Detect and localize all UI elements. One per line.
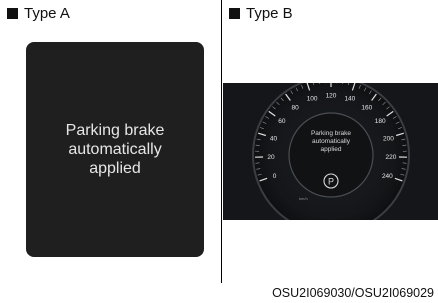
bullet-square-icon — [229, 8, 240, 19]
image-caption: OSU2I069030/OSU2I069029 — [272, 286, 434, 300]
speed-tick-label: 120 — [326, 93, 337, 100]
parking-symbol: P — [328, 177, 334, 187]
speed-tick-label: 80 — [292, 104, 300, 111]
bullet-square-icon — [7, 8, 18, 19]
speed-tick-label: 240 — [382, 173, 393, 180]
type-b-label: Type B — [246, 5, 293, 22]
speed-unit-label: km/h — [299, 196, 308, 201]
speed-tick-label: 100 — [307, 96, 318, 103]
type-b-message: Parking brake automatically applied — [310, 130, 352, 153]
type-a-heading: Type A — [7, 5, 70, 22]
type-a-message: Parking brake automatically applied — [65, 122, 165, 177]
speed-tick-label: 180 — [375, 118, 386, 125]
instrument-cluster: 0 20 40 60 80 100 120 140 160 180 200 220 240 P km/h… — [223, 83, 438, 220]
type-a-display: Parking brake automatically applied — [26, 42, 204, 257]
speed-tick-label: 20 — [267, 154, 275, 161]
speed-tick-label: 140 — [344, 96, 355, 103]
speed-tick-label: 160 — [361, 104, 372, 111]
speed-tick-label: 0 — [273, 173, 277, 180]
type-b-heading: Type B — [229, 5, 293, 22]
type-a-panel: Type A Parking brake automatically appli… — [0, 0, 221, 303]
speed-tick-label: 60 — [278, 118, 286, 125]
type-b-panel: Type B 0 20 40 60 80 100 120 140 160 180 200 220 240… — [222, 0, 438, 303]
type-a-label: Type A — [24, 5, 70, 22]
speed-tick-label: 40 — [270, 135, 278, 142]
speed-tick-label: 200 — [383, 135, 394, 142]
speed-tick-label: 220 — [386, 154, 397, 161]
